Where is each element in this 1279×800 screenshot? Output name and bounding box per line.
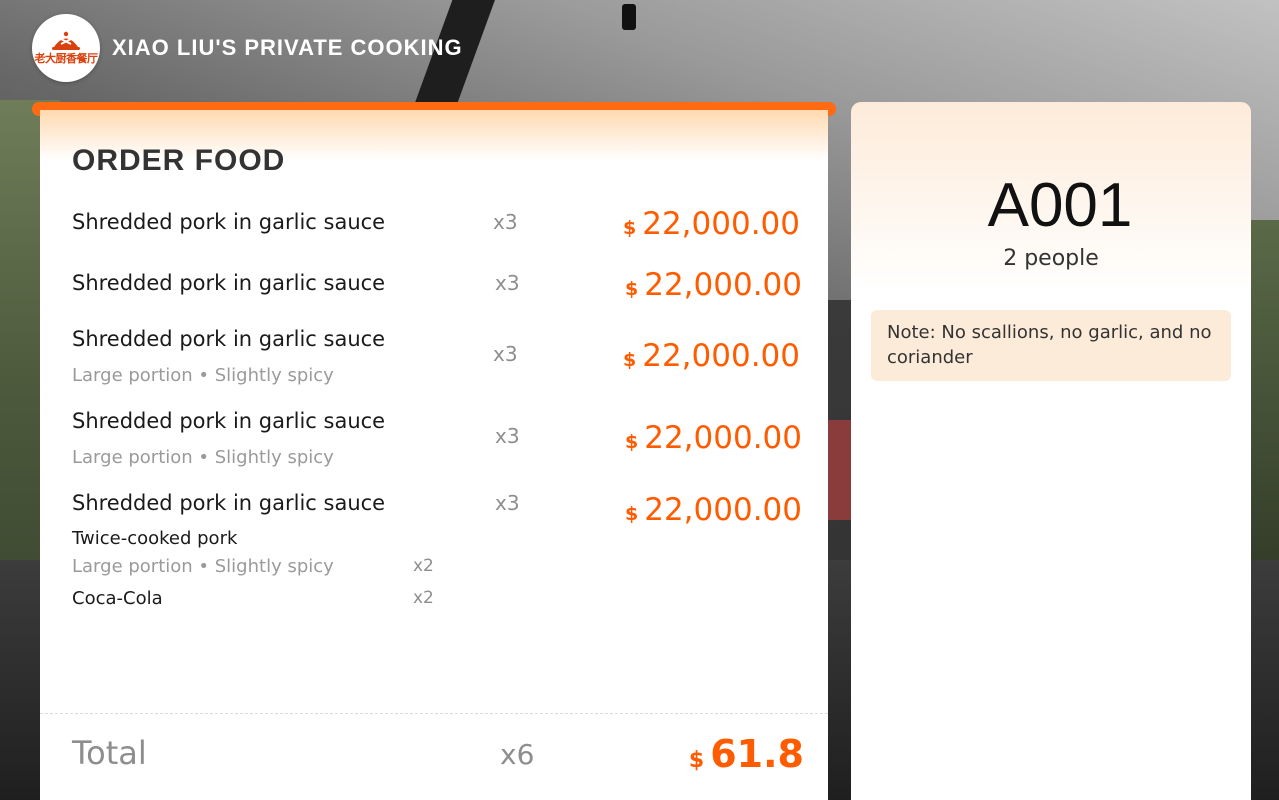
currency-symbol: $ — [624, 503, 639, 525]
currency-symbol: $ — [688, 748, 705, 773]
item-quantity: x3 — [495, 491, 520, 515]
item-quantity: x3 — [493, 342, 518, 366]
item-price: $22,000.00 — [623, 338, 800, 374]
item-name: Shredded pork in garlic sauce — [72, 210, 386, 234]
item-options: Large portion • Slightly spicy — [72, 365, 334, 386]
item-price: $22,000.00 — [625, 492, 802, 528]
background-chair — [826, 420, 852, 520]
party-size: 2 people — [1003, 246, 1099, 271]
currency-symbol: $ — [622, 349, 637, 371]
background-lamp — [622, 4, 636, 30]
price-amount: 22,000.00 — [644, 492, 802, 528]
item-quantity: x3 — [493, 210, 518, 234]
item-quantity: x3 — [495, 271, 520, 295]
order-panel: ORDER FOOD Shredded pork in garlic sauce… — [40, 110, 828, 800]
price-amount: 22,000.00 — [644, 420, 802, 456]
sub-item-name: Coca-Cola — [72, 588, 163, 609]
price-amount: 22,000.00 — [642, 206, 800, 242]
item-price: $22,000.00 — [625, 267, 802, 303]
price-amount: 22,000.00 — [642, 338, 800, 374]
item-name: Shredded pork in garlic sauce — [72, 327, 386, 351]
sub-item-name: Twice-cooked pork — [72, 528, 238, 549]
restaurant-name: XIAO LIU'S PRIVATE COOKING — [112, 35, 463, 60]
cloche-icon — [52, 31, 80, 50]
total-amount: 61.8 — [710, 732, 804, 776]
item-options: Large portion • Slightly spicy — [72, 447, 334, 468]
item-name: Shredded pork in garlic sauce — [72, 271, 386, 295]
order-title: ORDER FOOD — [72, 144, 286, 177]
currency-symbol: $ — [624, 278, 639, 300]
item-name: Shredded pork in garlic sauce — [72, 491, 386, 515]
sub-item-quantity: x2 — [413, 588, 434, 608]
sub-item-quantity: x2 — [413, 556, 434, 576]
total-quantity: x6 — [500, 738, 535, 771]
item-price: $22,000.00 — [625, 420, 802, 456]
total-label: Total — [72, 734, 147, 772]
table-info-panel: A001 2 people Note: No scallions, no gar… — [851, 102, 1251, 800]
order-note: Note: No scallions, no garlic, and no co… — [871, 310, 1231, 381]
currency-symbol: $ — [622, 217, 637, 239]
header: 老大厨香餐厅 XIAO LIU'S PRIVATE COOKING — [32, 14, 463, 82]
restaurant-logo[interactable]: 老大厨香餐厅 — [32, 14, 100, 82]
sub-item-options: Large portion • Slightly spicy — [72, 556, 334, 577]
total-divider — [40, 713, 828, 714]
price-amount: 22,000.00 — [644, 267, 802, 303]
item-quantity: x3 — [495, 424, 520, 448]
total-price: $61.8 — [689, 732, 804, 776]
table-code: A001 — [987, 171, 1133, 240]
logo-text: 老大厨香餐厅 — [34, 53, 99, 65]
currency-symbol: $ — [624, 431, 639, 453]
item-price: $22,000.00 — [623, 206, 800, 242]
item-name: Shredded pork in garlic sauce — [72, 409, 386, 433]
